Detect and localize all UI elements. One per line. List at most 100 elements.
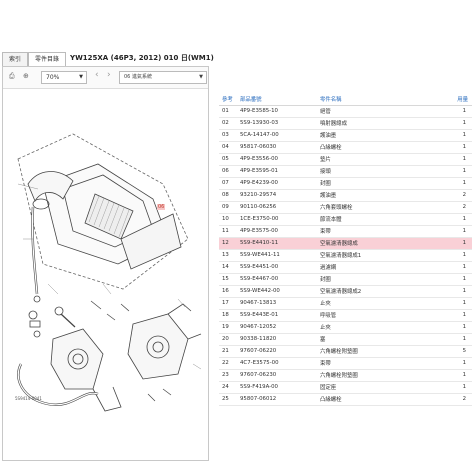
header-ref[interactable]: 參考 <box>219 93 237 106</box>
cell-part-name: 六角套頭螺栓 <box>317 201 452 214</box>
cell-part-number: 97607-06230 <box>237 369 317 382</box>
cell-quantity: 1 <box>452 165 472 178</box>
zoom-value: 70% <box>46 74 60 81</box>
cell-quantity: 1 <box>452 141 472 154</box>
cell-quantity: 1 <box>452 129 472 142</box>
table-row[interactable]: 19 90467-12052 止夾 1 <box>219 321 472 334</box>
tab-bar: 索引 零件目錄 <box>2 52 68 66</box>
cell-ref: 10 <box>219 213 237 226</box>
table-row[interactable]: 22 4C7-E3575-00 束帶 1 <box>219 357 472 370</box>
cell-quantity: 1 <box>452 237 472 250</box>
diagram-code: 5S9414-0041 <box>15 396 42 401</box>
table-row[interactable]: 14 5S9-E4451-00 過濾網 1 <box>219 261 472 274</box>
cell-part-name: 束帶 <box>317 225 452 238</box>
print-icon[interactable]: ⎙ <box>9 72 15 81</box>
cell-ref: 05 <box>219 153 237 166</box>
section-select[interactable]: 06 進氣系統 ▼ <box>119 71 207 84</box>
section-value: 06 進氣系統 <box>124 74 152 80</box>
cell-ref: 07 <box>219 177 237 190</box>
cell-quantity: 1 <box>452 105 472 118</box>
table-row[interactable]: 11 4P9-E3575-00 束帶 1 <box>219 225 472 238</box>
table-row[interactable]: 21 97607-06220 六角螺栓附墊圈 5 <box>219 345 472 358</box>
cell-part-name: 空氣濾清器總成1 <box>317 249 452 262</box>
cell-ref: 12 <box>219 237 237 250</box>
cell-ref: 13 <box>219 249 237 262</box>
cell-part-name: 止夾 <box>317 321 452 334</box>
cell-part-number: 4P9-E4239-00 <box>237 177 317 190</box>
table-row[interactable]: 04 95817-06030 凸緣螺栓 1 <box>219 141 472 154</box>
cell-quantity: 1 <box>452 357 472 370</box>
zoom-select[interactable]: 70% ▼ <box>41 71 87 84</box>
cell-quantity: 1 <box>452 369 472 382</box>
cell-quantity: 5 <box>452 345 472 358</box>
cell-part-number: 90110-06256 <box>237 201 317 214</box>
header-quantity[interactable]: 用量 <box>452 93 472 106</box>
table-row[interactable]: 25 95807-06012 凸緣螺栓 2 <box>219 393 472 406</box>
cell-part-number: 90338-11820 <box>237 333 317 346</box>
cell-part-number: 93210-29574 <box>237 189 317 202</box>
cell-ref: 01 <box>219 105 237 118</box>
cell-part-number: 4C7-E3575-00 <box>237 357 317 370</box>
table-row[interactable]: 03 5CA-14147-00 護油墨 1 <box>219 129 472 142</box>
cell-ref: 14 <box>219 261 237 274</box>
cell-part-name: 護油墨 <box>317 189 452 202</box>
table-row[interactable]: 05 4P9-E3556-00 墊片 1 <box>219 153 472 166</box>
cell-ref: 03 <box>219 129 237 142</box>
cell-ref: 15 <box>219 273 237 286</box>
cell-part-number: 97607-06220 <box>237 345 317 358</box>
next-icon[interactable]: › <box>107 70 111 80</box>
previous-icon[interactable]: ‹ <box>95 70 99 80</box>
cell-part-number: 4P9-E3575-00 <box>237 225 317 238</box>
tab-index[interactable]: 索引 <box>2 52 29 66</box>
cell-part-number: 90467-12052 <box>237 321 317 334</box>
cell-ref: 06 <box>219 165 237 178</box>
zoom-icon[interactable]: ⊕ <box>23 72 29 80</box>
cell-quantity: 1 <box>452 285 472 298</box>
table-row[interactable]: 07 4P9-E4239-00 封圈 1 <box>219 177 472 190</box>
tab-parts-catalog[interactable]: 零件目錄 <box>28 52 67 66</box>
chevron-down-icon: ▼ <box>79 74 83 80</box>
table-row[interactable]: 08 93210-29574 護油墨 2 <box>219 189 472 202</box>
cell-part-number: 4P9-E3556-00 <box>237 153 317 166</box>
table-row[interactable]: 18 5S9-E443E-01 呼吸管 1 <box>219 309 472 322</box>
header-part-number[interactable]: 部品番號 <box>237 93 317 106</box>
table-row[interactable]: 24 5S9-F419A-00 固定座 1 <box>219 381 472 394</box>
cell-part-name: 呼吸管 <box>317 309 452 322</box>
cell-quantity: 1 <box>452 153 472 166</box>
exploded-parts-diagram[interactable] <box>3 89 209 461</box>
cell-part-name: 封圈 <box>317 177 452 190</box>
cell-ref: 20 <box>219 333 237 346</box>
table-row[interactable]: 23 97607-06230 六角螺栓附墊圈 1 <box>219 369 472 382</box>
cell-part-name: 節流本體 <box>317 213 452 226</box>
table-row[interactable]: 16 5S9-WE442-00 空氣濾清器總成2 1 <box>219 285 472 298</box>
table-row[interactable]: 09 90110-06256 六角套頭螺栓 2 <box>219 201 472 214</box>
diagram-panel: ⎙ ⊕ 70% ▼ ‹ › 06 進氣系統 ▼ 06 5S9414-0041 <box>2 66 209 461</box>
cell-part-number: 5S9-E4467-00 <box>237 273 317 286</box>
cell-ref: 22 <box>219 357 237 370</box>
table-row[interactable]: 06 4P9-E3595-01 接頭 1 <box>219 165 472 178</box>
header-part-name[interactable]: 零件名稱 <box>317 93 452 106</box>
cell-part-number: 4P9-E3595-01 <box>237 165 317 178</box>
cell-part-number: 5S9-E443E-01 <box>237 309 317 322</box>
cell-part-number: 5CA-14147-00 <box>237 129 317 142</box>
parts-table-header: 參考 部品番號 零件名稱 用量 <box>219 93 472 106</box>
table-row[interactable]: 15 5S9-E4467-00 封圈 1 <box>219 273 472 286</box>
cell-part-name: 噴射器總成 <box>317 117 452 130</box>
table-row[interactable]: 12 5S9-E4410-11 空氣濾清器總成 1 <box>219 237 472 250</box>
table-row[interactable]: 13 5S9-WE441-11 空氣濾清器總成1 1 <box>219 249 472 262</box>
cell-ref: 19 <box>219 321 237 334</box>
cell-quantity: 1 <box>452 225 472 238</box>
cell-part-number: 5S9-F419A-00 <box>237 381 317 394</box>
table-row[interactable]: 17 90467-13813 止夾 1 <box>219 297 472 310</box>
cell-quantity: 1 <box>452 177 472 190</box>
table-row[interactable]: 10 1CE-E3750-00 節流本體 1 <box>219 213 472 226</box>
cell-part-name: 墊片 <box>317 153 452 166</box>
section-tag[interactable]: 06 <box>157 204 166 210</box>
table-row[interactable]: 02 5S9-13930-03 噴射器總成 1 <box>219 117 472 130</box>
table-row[interactable]: 01 4P9-E3585-10 絕管 1 <box>219 105 472 118</box>
table-row[interactable]: 20 90338-11820 塞 1 <box>219 333 472 346</box>
cell-part-name: 凸緣螺栓 <box>317 141 452 154</box>
cell-part-name: 接頭 <box>317 165 452 178</box>
cell-part-number: 95817-06030 <box>237 141 317 154</box>
cell-ref: 16 <box>219 285 237 298</box>
